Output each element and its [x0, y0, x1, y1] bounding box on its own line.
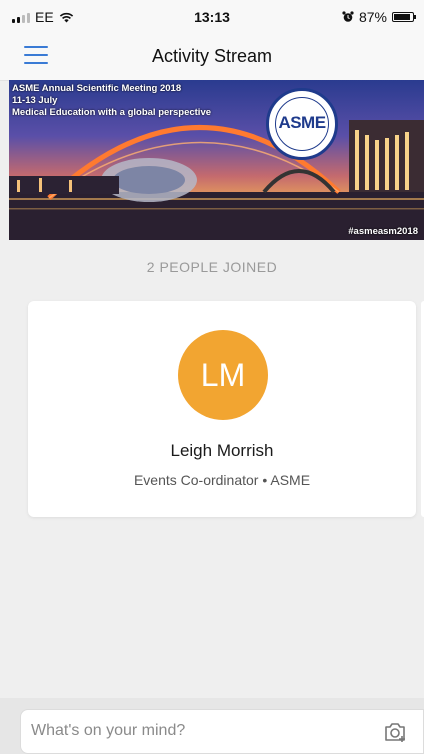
people-joined-label: 2 PEOPLE JOINED	[146, 259, 278, 275]
asme-logo-word: ASME	[278, 113, 326, 132]
status-bar: EE 13:13 87%	[0, 0, 424, 34]
composer-placeholder: What's on your mind?	[31, 722, 186, 739]
banner-event-dates: 11-13 July	[12, 95, 58, 106]
nav-bar: Activity Stream	[0, 34, 424, 81]
person-name[interactable]: Leigh Morrish	[28, 441, 416, 461]
post-composer-input[interactable]: What's on your mind?	[20, 709, 424, 754]
page-title: Activity Stream	[151, 46, 273, 66]
asme-logo: ASME	[266, 88, 338, 160]
avatar[interactable]: LM	[178, 330, 268, 420]
banner-event-title: ASME Annual Scientific Meeting 2018	[12, 83, 182, 94]
banner-event-theme: Medical Education with a global perspect…	[12, 107, 212, 118]
battery-percent: 87%	[358, 9, 387, 25]
status-right: 87%	[342, 9, 416, 25]
battery-icon	[392, 12, 416, 22]
event-banner-image: ASME Annual Scientific Meeting 2018 11-1…	[9, 80, 424, 240]
banner-hashtag: #asmeasm2018	[348, 226, 418, 237]
app-screen: EE 13:13 87% Activity Stream ASME Annual…	[0, 0, 424, 754]
alarm-icon	[342, 11, 354, 22]
battery-fill	[394, 14, 410, 20]
camera-add-icon[interactable]	[383, 721, 407, 743]
person-role: Events Co-ordinator • ASME	[133, 472, 311, 488]
banner-caption: ASME Annual Scientific Meeting 2018 11-1…	[12, 83, 211, 119]
person-card[interactable]: LM Leigh Morrish Events Co-ordinator • A…	[28, 301, 416, 517]
